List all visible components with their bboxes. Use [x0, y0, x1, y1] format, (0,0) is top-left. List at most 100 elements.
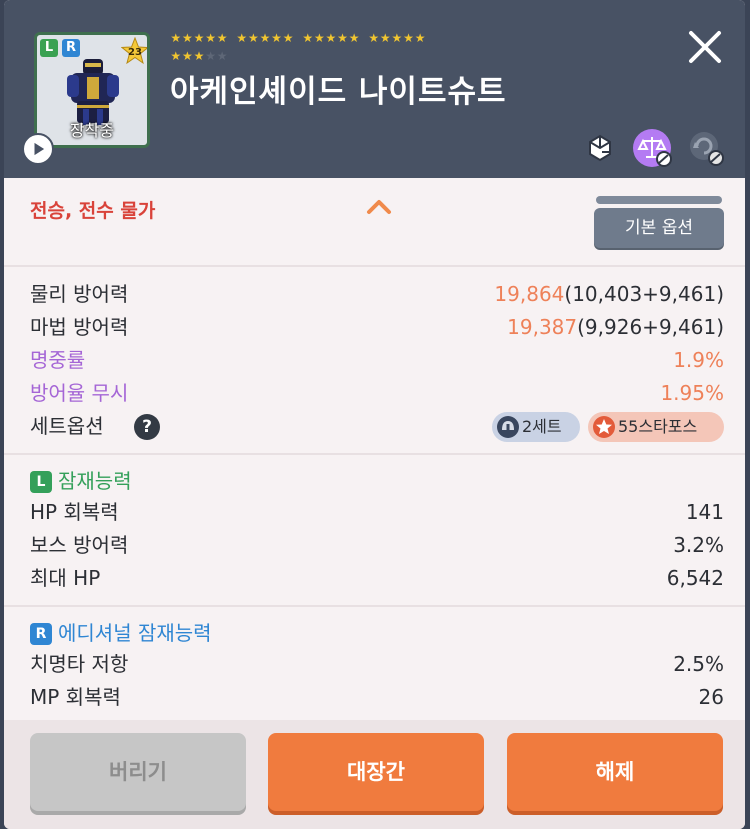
stat-row-ignore-defense: 방어율 무시 1.95%	[30, 377, 724, 409]
stat-label: 마법 방어력	[30, 315, 129, 339]
star-filled-icon: ★	[193, 49, 205, 63]
star-filled-icon: ★	[205, 31, 216, 45]
scale-disabled-icon[interactable]	[632, 128, 672, 168]
stat-total: 19,387	[507, 315, 578, 339]
stat-detail: (9,926+9,461)	[577, 315, 724, 339]
potential-value: 6,542	[666, 566, 724, 590]
star-filled-icon: ★	[216, 31, 228, 45]
star-filled-icon: ★	[379, 31, 391, 45]
star-force-badge-icon: 23	[121, 37, 147, 65]
transfer-icon[interactable]	[580, 128, 620, 168]
equipped-label: 장착중	[69, 121, 115, 140]
potential-grade-badge: L	[40, 39, 58, 57]
potential-title-text: 잠재능력	[58, 469, 132, 493]
potential-label: 보스 방어력	[30, 533, 129, 557]
stat-value: 1.9%	[673, 348, 724, 372]
star-filled-icon: ★	[182, 49, 193, 63]
star-filled-icon: ★	[337, 31, 348, 45]
star-badge-icon	[593, 416, 615, 438]
stat-row-physical-defense: 물리 방어력 19,864(10,403+9,461)	[30, 278, 724, 310]
star-row: ★ ★ ★ ★ ★ ★ ★ ★ ★ ★ ★ ★ ★ ★ ★ ★ ★ ★ ★ ★	[170, 32, 570, 50]
additional-line: 치명타 저항 2.5%	[30, 648, 724, 680]
star-filled-icon: ★	[259, 31, 271, 45]
star-empty-icon: ★	[205, 49, 216, 63]
starforce-set-text: 55스타포스	[618, 417, 698, 436]
set-option-label: 세트옵션	[30, 414, 104, 438]
unequip-button[interactable]: 해제	[507, 733, 723, 811]
refresh-disabled-icon[interactable]	[686, 128, 726, 168]
trade-restriction-text: 전승, 전수 물가	[30, 200, 156, 222]
additional-line: MP 회복력 26	[30, 681, 724, 713]
additional-badge: R	[30, 623, 52, 645]
additional-value: 26	[698, 685, 724, 709]
potential-line: 최대 HP 6,542	[30, 562, 724, 594]
divider	[4, 453, 745, 455]
star-filled-icon: ★	[391, 31, 403, 45]
option-tab-indicator	[596, 196, 722, 204]
starforce-set-badge[interactable]: 55스타포스	[588, 412, 724, 442]
item-detail-panel: L R 23 장착중 ★★★★★★★★★★★★★★★	[4, 0, 745, 829]
helmet-icon	[497, 416, 519, 438]
stat-row-magic-defense: 마법 방어력 19,387(9,926+9,461)	[30, 311, 724, 343]
star-filled-icon: ★	[193, 31, 205, 45]
help-icon[interactable]: ?	[134, 414, 160, 440]
stat-label: 방어율 무시	[30, 381, 129, 405]
star-filled-icon: ★	[348, 31, 360, 45]
set-count-text: 2세트	[522, 417, 562, 436]
additional-title-text: 에디셔널 잠재능력	[58, 621, 212, 645]
additional-label: MP 회복력	[30, 685, 121, 709]
close-icon[interactable]	[684, 26, 726, 68]
star-gap	[294, 32, 302, 50]
star-gap	[228, 32, 236, 50]
play-preview-icon[interactable]	[22, 133, 54, 165]
divider	[4, 265, 745, 267]
star-gap	[360, 32, 368, 50]
star-filled-icon: ★	[271, 31, 282, 45]
stat-value: 19,864(10,403+9,461)	[494, 278, 724, 310]
potential-value: 141	[685, 500, 724, 524]
star-filled-icon: ★	[414, 31, 426, 45]
star-filled-icon: ★	[325, 31, 337, 45]
potential-badge: L	[30, 471, 52, 493]
potential-line: 보스 방어력 3.2%	[30, 529, 724, 561]
discard-button[interactable]: 버리기	[30, 733, 246, 811]
item-name: 아케인셰이드 나이트슈트	[170, 74, 507, 110]
stat-label: 명중률	[30, 348, 86, 372]
stat-row-accuracy: 명중률 1.9%	[30, 344, 724, 376]
star-filled-icon: ★	[247, 31, 259, 45]
additional-grade-badge: R	[62, 39, 80, 57]
blacksmith-button[interactable]: 대장간	[268, 733, 484, 811]
set-option-row: 세트옵션 ? 2세트 55스타포스	[30, 410, 724, 442]
divider	[4, 605, 745, 607]
star-filled-icon: ★	[170, 49, 182, 63]
potential-label: HP 회복력	[30, 500, 119, 524]
star-filled-icon: ★	[302, 31, 314, 45]
stat-label: 물리 방어력	[30, 282, 129, 306]
additional-section-title: R 에디셔널 잠재능력	[30, 618, 212, 648]
chevron-up-icon[interactable]	[364, 196, 394, 218]
stat-total: 19,864	[494, 282, 565, 306]
star-filled-icon: ★	[170, 31, 182, 45]
star-filled-icon: ★	[313, 31, 325, 45]
armor-item-icon	[67, 59, 119, 125]
set-count-badge[interactable]: 2세트	[492, 412, 580, 442]
potential-label: 최대 HP	[30, 566, 101, 590]
potential-value: 3.2%	[673, 533, 724, 557]
additional-label: 치명타 저항	[30, 652, 129, 676]
star-filled-icon: ★	[282, 31, 294, 45]
star-filled-icon: ★	[236, 31, 248, 45]
item-icon-box[interactable]: L R 23 장착중	[34, 32, 150, 148]
star-filled-icon: ★	[403, 31, 414, 45]
stat-detail: (10,403+9,461)	[564, 282, 724, 306]
star-filled-icon: ★	[368, 31, 380, 45]
star-empty-icon: ★	[216, 49, 228, 63]
svg-text:23: 23	[128, 47, 142, 58]
star-filled-icon: ★	[182, 31, 193, 45]
stat-value: 1.95%	[660, 381, 724, 405]
potential-line: HP 회복력 141	[30, 496, 724, 528]
stat-value: 19,387(9,926+9,461)	[507, 311, 724, 343]
additional-value: 2.5%	[673, 652, 724, 676]
base-option-button[interactable]: 기본 옵션	[594, 208, 724, 248]
potential-section-title: L 잠재능력	[30, 466, 132, 496]
item-header: L R 23 장착중 ★★★★★★★★★★★★★★★	[4, 0, 745, 178]
